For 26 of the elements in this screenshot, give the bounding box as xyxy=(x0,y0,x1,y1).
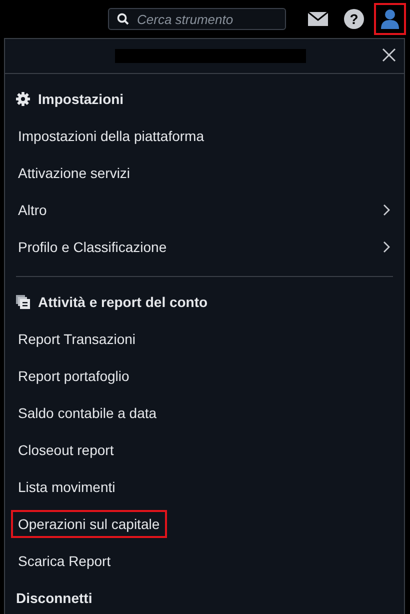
chevron-right-icon xyxy=(383,204,390,216)
menu-item[interactable]: Altro xyxy=(5,191,404,228)
user-button[interactable] xyxy=(374,3,406,35)
user-icon xyxy=(380,9,400,29)
menu-item[interactable]: Impostazioni della piattaforma xyxy=(5,117,404,154)
help-icon: ? xyxy=(344,9,364,29)
menu-item[interactable]: Attivazione servizi xyxy=(5,154,404,191)
mail-icon xyxy=(308,12,328,26)
logout-item[interactable]: Disconnetti xyxy=(5,579,404,614)
menu-item[interactable]: Operazioni sul capitale xyxy=(5,505,404,542)
help-button[interactable]: ? xyxy=(338,3,370,35)
chevron-right-icon xyxy=(383,240,390,252)
search-icon xyxy=(117,13,129,25)
menu-item[interactable]: Report portafoglio xyxy=(5,357,404,394)
menu-item[interactable]: Closeout report xyxy=(5,431,404,468)
menu-item[interactable]: Report Transazioni xyxy=(5,320,404,357)
section-title: Attività e report del conto xyxy=(38,294,208,310)
menu-item[interactable]: Saldo contabile a data xyxy=(5,394,404,431)
gear-icon xyxy=(16,92,30,106)
menu-item[interactable]: Scarica Report xyxy=(5,542,404,579)
documents-icon xyxy=(16,294,30,308)
section-title: Impostazioni xyxy=(38,90,124,106)
close-icon[interactable] xyxy=(382,48,396,62)
menu-item[interactable]: Lista movimenti xyxy=(5,468,404,505)
search-field[interactable]: Cerca strumento xyxy=(108,8,286,30)
menu-item[interactable]: Profilo e Classificazione xyxy=(5,228,404,265)
